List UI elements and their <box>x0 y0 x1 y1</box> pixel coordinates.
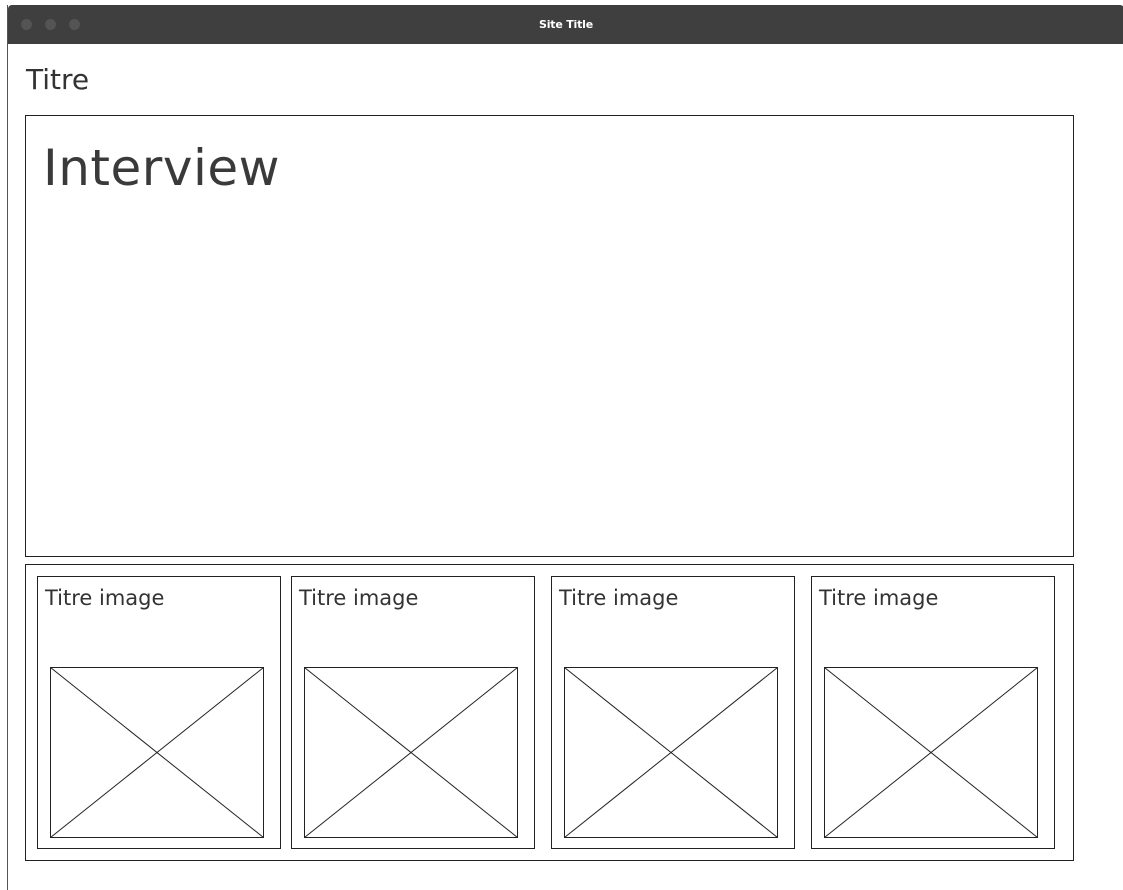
page-title: Titre <box>26 63 90 96</box>
gallery-card[interactable]: Titre image <box>811 576 1055 849</box>
gallery-card[interactable]: Titre image <box>37 576 281 849</box>
card-title: Titre image <box>45 586 165 610</box>
card-title: Titre image <box>299 586 419 610</box>
gallery-card[interactable]: Titre image <box>551 576 795 849</box>
window-title: Site Title <box>538 18 593 31</box>
image-placeholder-icon <box>50 667 264 838</box>
interview-panel: Interview <box>25 115 1074 557</box>
image-placeholder-icon <box>824 667 1038 838</box>
window-titlebar: Site Title <box>8 5 1123 44</box>
card-title: Titre image <box>559 586 679 610</box>
gallery-card[interactable]: Titre image <box>291 576 535 849</box>
image-gallery: Titre image Titre image Titre image Titr… <box>25 564 1074 861</box>
card-title: Titre image <box>819 586 939 610</box>
image-placeholder-icon <box>304 667 518 838</box>
image-placeholder-icon <box>564 667 778 838</box>
interview-heading: Interview <box>43 139 280 197</box>
